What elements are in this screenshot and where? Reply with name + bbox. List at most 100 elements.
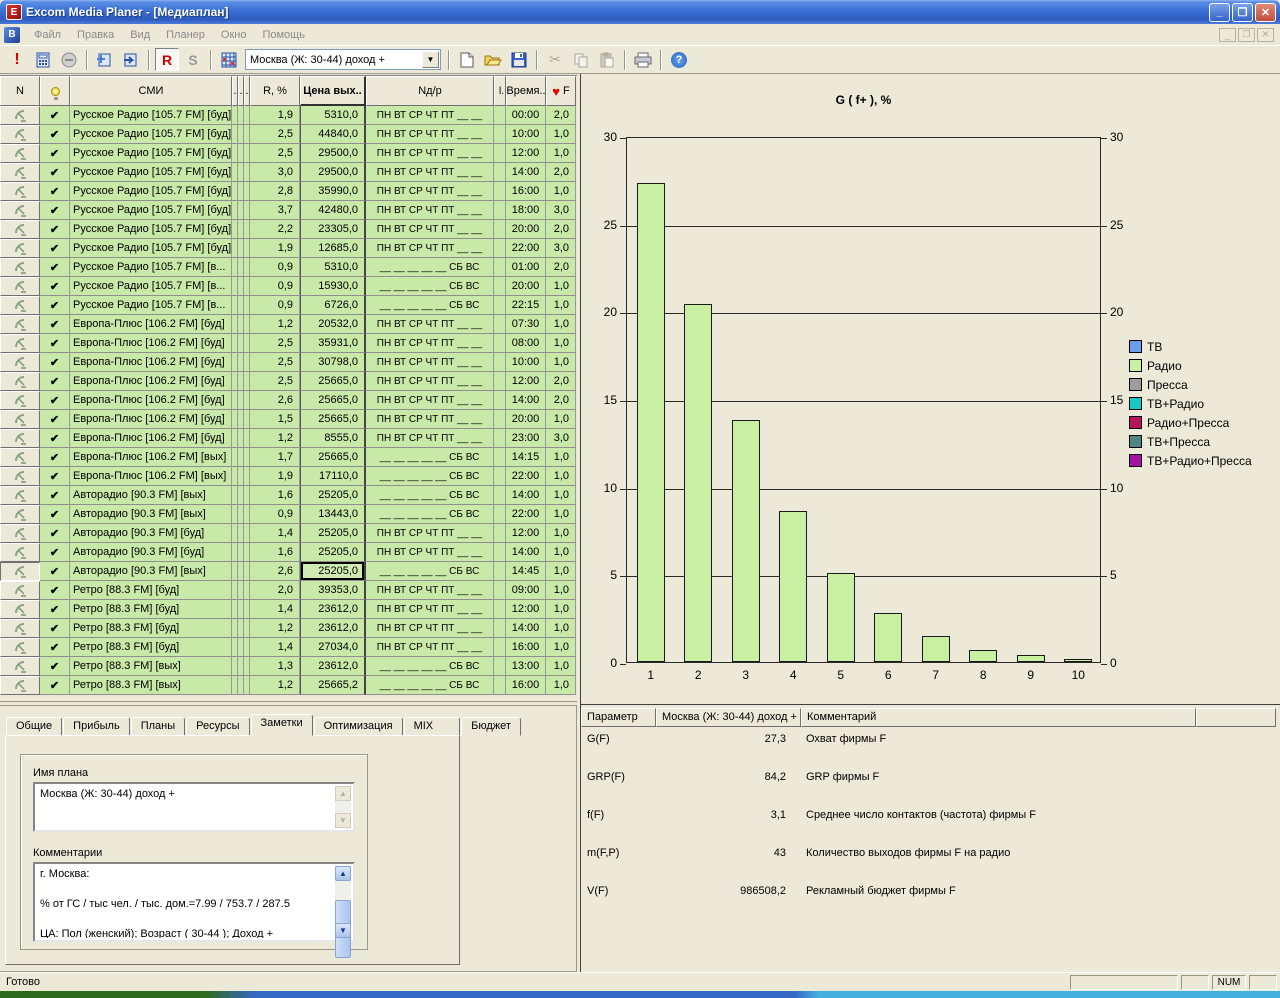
menu-item-5[interactable]: Помощь [254, 26, 313, 44]
row-selector[interactable] [0, 163, 40, 182]
grid-cell[interactable]: ✔ [40, 410, 70, 429]
grid-cell[interactable]: 22:15 [506, 296, 546, 315]
row-selector[interactable] [0, 543, 40, 562]
grid-cell[interactable]: Ретро [88.3 FM] [вых] [70, 676, 232, 695]
grid-cell[interactable]: Русское Радио [105.7 FM] [буд] [70, 144, 232, 163]
tab-4[interactable]: Заметки [251, 714, 313, 736]
row-selector[interactable] [0, 201, 40, 220]
row-selector[interactable] [0, 353, 40, 372]
grid-cell[interactable]: 1,0 [546, 410, 576, 429]
grid-cell[interactable]: Русское Радио [105.7 FM] [буд] [70, 182, 232, 201]
grid-cell[interactable]: ✔ [40, 125, 70, 144]
grid-cell[interactable]: 14:00 [506, 391, 546, 410]
grid-cell[interactable]: 2,5 [250, 372, 300, 391]
grid-cell[interactable]: 5310,0 [300, 106, 366, 125]
grid-cell[interactable]: ✔ [40, 429, 70, 448]
grid-cell[interactable]: 14:15 [506, 448, 546, 467]
grid-cell[interactable]: 35931,0 [300, 334, 366, 353]
grid-cell[interactable]: 3,0 [546, 429, 576, 448]
row-selector[interactable] [0, 638, 40, 657]
row-selector[interactable] [0, 182, 40, 201]
row-selector[interactable] [0, 372, 40, 391]
grid-header-0[interactable]: N [0, 76, 40, 106]
grid-cell[interactable]: 44840,0 [300, 125, 366, 144]
grid-cell[interactable]: 1,0 [546, 581, 576, 600]
grid-cell[interactable]: ✔ [40, 657, 70, 676]
grid-cell[interactable]: 25205,0 [300, 562, 366, 581]
grid-cell[interactable]: ✔ [40, 619, 70, 638]
grid-cell[interactable]: 6726,0 [300, 296, 366, 315]
grid-cell[interactable]: __ __ __ __ __ СБ ВС [366, 277, 494, 296]
tab-3[interactable]: Ресурсы [186, 717, 249, 736]
grid-cell[interactable]: 22:00 [506, 467, 546, 486]
grid-cell[interactable]: ✔ [40, 372, 70, 391]
grid-cell[interactable]: 13443,0 [300, 505, 366, 524]
grid-cell[interactable]: ✔ [40, 467, 70, 486]
scroll-down-icon[interactable]: ▼ [335, 923, 351, 938]
grid-cell[interactable]: 16:00 [506, 676, 546, 695]
grid-header-7[interactable]: Цена вых.. [300, 76, 366, 106]
grid-cell[interactable]: 3,0 [546, 201, 576, 220]
grid-header-1[interactable] [40, 76, 70, 106]
grid-cell[interactable]: 09:00 [506, 581, 546, 600]
grid-cell[interactable]: 25665,0 [300, 372, 366, 391]
grid-cell[interactable]: 1,0 [546, 144, 576, 163]
grid-cell[interactable]: ✔ [40, 391, 70, 410]
restore-button[interactable]: ❐ [1232, 3, 1253, 22]
grid-cell[interactable]: ✔ [40, 676, 70, 695]
grid-cell[interactable]: 23305,0 [300, 220, 366, 239]
grid-cell[interactable]: ПН ВТ СР ЧТ ПТ __ __ [366, 125, 494, 144]
grid-cell[interactable]: 14:00 [506, 619, 546, 638]
grid-cell[interactable]: 25665,0 [300, 410, 366, 429]
grid-cell[interactable]: ПН ВТ СР ЧТ ПТ __ __ [366, 619, 494, 638]
grid-cell[interactable]: 2,2 [250, 220, 300, 239]
grid-cell[interactable]: ПН ВТ СР ЧТ ПТ __ __ [366, 391, 494, 410]
grid-cell[interactable]: __ __ __ __ __ СБ ВС [366, 676, 494, 695]
comments-scrollbar[interactable]: ▲ ▼ [335, 866, 351, 938]
grid-cell[interactable]: Ретро [88.3 FM] [вых] [70, 657, 232, 676]
grid-cell[interactable]: 2,5 [250, 144, 300, 163]
menu-item-4[interactable]: Окно [213, 26, 255, 44]
grid-cell[interactable]: 1,2 [250, 619, 300, 638]
grid-cell[interactable]: 15930,0 [300, 277, 366, 296]
row-selector[interactable] [0, 429, 40, 448]
grid-cell[interactable]: 13:00 [506, 657, 546, 676]
grid-cell[interactable]: ПН ВТ СР ЧТ ПТ __ __ [366, 201, 494, 220]
grid-cell[interactable]: Европа-Плюс [106.2 FM] [буд] [70, 315, 232, 334]
row-selector[interactable] [0, 505, 40, 524]
grid-cell[interactable]: 12:00 [506, 144, 546, 163]
grid-cell[interactable]: 25205,0 [300, 524, 366, 543]
grid-cell[interactable]: 08:00 [506, 334, 546, 353]
grid-cell[interactable]: ✔ [40, 486, 70, 505]
row-selector[interactable] [0, 239, 40, 258]
grid-cell[interactable]: 3,7 [250, 201, 300, 220]
grid-cell[interactable]: Европа-Плюс [106.2 FM] [буд] [70, 334, 232, 353]
grid-cell[interactable]: ПН ВТ СР ЧТ ПТ __ __ [366, 638, 494, 657]
grid-cell[interactable]: 12:00 [506, 372, 546, 391]
grid-cell[interactable]: Европа-Плюс [106.2 FM] [буд] [70, 429, 232, 448]
open-file-button[interactable] [481, 48, 505, 71]
grid-cell[interactable]: Русское Радио [105.7 FM] [буд] [70, 201, 232, 220]
grid-cell[interactable]: 1,3 [250, 657, 300, 676]
grid-cell[interactable]: 25205,0 [300, 486, 366, 505]
remove-button[interactable] [57, 48, 81, 71]
grid-cell[interactable]: 27034,0 [300, 638, 366, 657]
grid-cell[interactable]: ПН ВТ СР ЧТ ПТ __ __ [366, 144, 494, 163]
grid-cell[interactable]: 14:00 [506, 486, 546, 505]
grid-cell[interactable]: 20:00 [506, 410, 546, 429]
grid-cell[interactable]: 12685,0 [300, 239, 366, 258]
grid-cell[interactable]: ПН ВТ СР ЧТ ПТ __ __ [366, 239, 494, 258]
new-file-button[interactable] [455, 48, 479, 71]
grid-cell[interactable]: 1,0 [546, 486, 576, 505]
grid-cell[interactable]: Европа-Плюс [106.2 FM] [буд] [70, 391, 232, 410]
plan-selector[interactable]: Москва (Ж: 30-44) доход + ▼ [245, 49, 441, 70]
grid-cell[interactable]: ✔ [40, 334, 70, 353]
grid-cell[interactable]: ПН ВТ СР ЧТ ПТ __ __ [366, 353, 494, 372]
chevron-down-icon[interactable]: ▼ [422, 51, 439, 68]
grid-cell[interactable]: ✔ [40, 277, 70, 296]
grid-cell[interactable]: __ __ __ __ __ СБ ВС [366, 448, 494, 467]
grid-cell[interactable]: Русское Радио [105.7 FM] [буд] [70, 220, 232, 239]
grid-cell[interactable]: 1,4 [250, 600, 300, 619]
reach-r-toggle[interactable]: R [155, 48, 179, 71]
calculator-button[interactable] [31, 48, 55, 71]
